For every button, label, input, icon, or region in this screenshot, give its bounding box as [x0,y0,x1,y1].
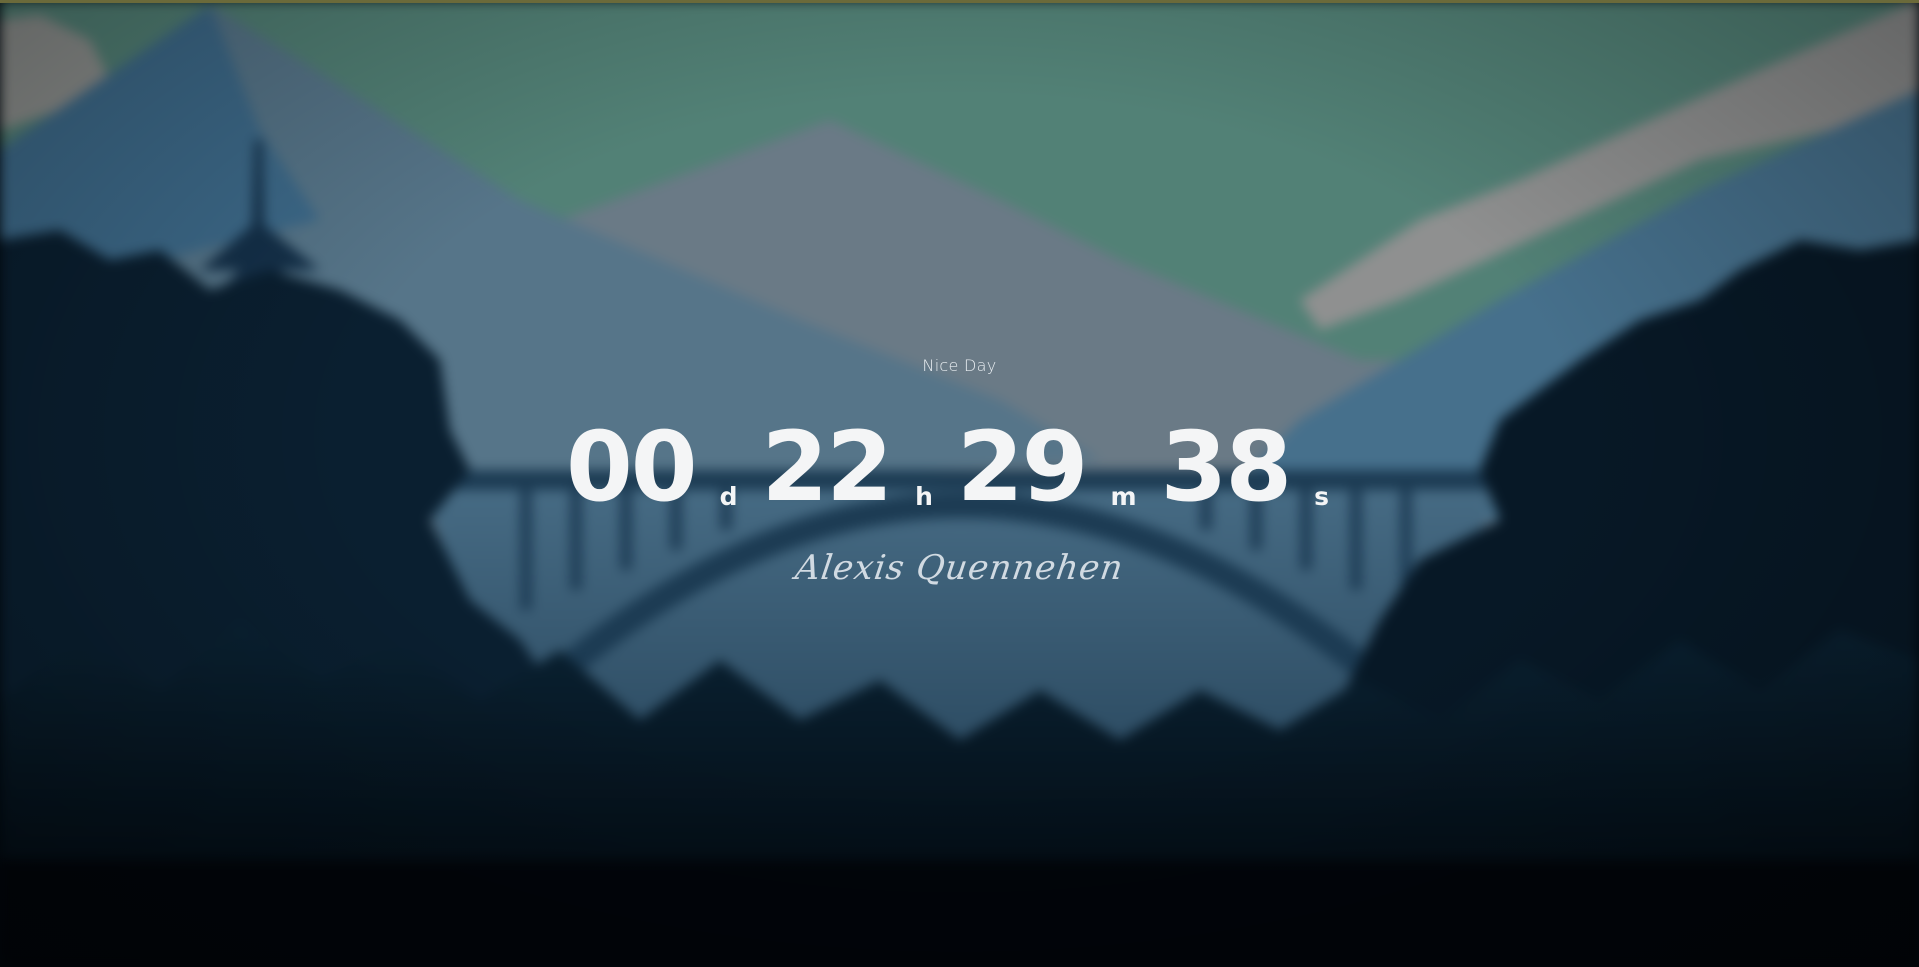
seconds-suffix: s [1314,482,1330,511]
ground [0,860,1919,967]
author-signature: Alexis Quennehen [792,548,1127,588]
minutes-suffix: m [1110,482,1137,511]
days-suffix: d [719,482,738,511]
days-value: 00 [565,411,698,523]
countdown-screen: Nice Day 00 d 22 h 29 m 38 s Alexis Quen… [0,0,1919,967]
greeting-text: Nice Day [922,356,997,375]
top-border [0,0,1919,3]
seconds-group: 38 s [1161,419,1353,515]
minutes-group: 29 m [957,419,1161,515]
hours-suffix: h [915,482,933,511]
minutes-value: 29 [956,411,1089,523]
hours-group: 22 h [761,419,956,515]
seconds-value: 38 [1160,411,1293,523]
countdown-timer: 00 d 22 h 29 m 38 s [0,405,1919,515]
days-group: 00 d [566,419,762,515]
hours-value: 22 [761,411,893,523]
